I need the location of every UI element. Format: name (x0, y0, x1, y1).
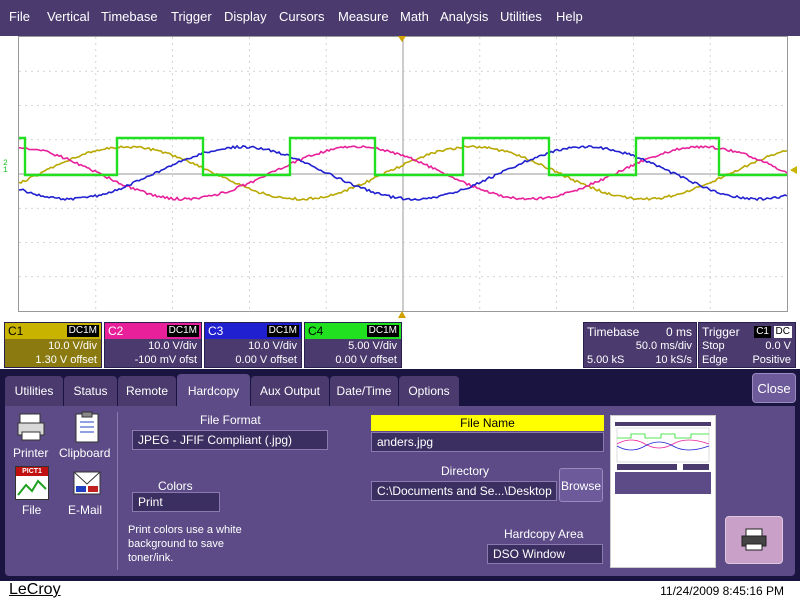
c1-coupling: DC1M (67, 325, 99, 337)
trigger-coupling: DC (774, 326, 792, 338)
c3-descriptor[interactable]: C3 DC1M 10.0 V/div 0.00 V offset (204, 322, 302, 368)
menu-utilities[interactable]: Utilities (500, 9, 542, 25)
c1-header: C1 DC1M (5, 323, 101, 339)
c4-descriptor[interactable]: C4 DC1M 5.00 V/div 0.00 V offset (304, 322, 402, 368)
file-format-label: File Format (200, 413, 261, 427)
c1-offset: 1.30 V offset (35, 354, 97, 366)
c4-coupling: DC1M (367, 325, 399, 337)
trigger-descriptor[interactable]: Trigger C1 DC Stop 0.0 V Edge Positive (698, 322, 796, 368)
timebase-rate: 10 kS/s (655, 354, 692, 366)
email-label: E-Mail (68, 503, 102, 517)
trigger-delay-marker-bottom (398, 311, 406, 318)
waveform-svg (19, 37, 787, 311)
timebase-samples: 5.00 kS (587, 354, 624, 366)
menu-display[interactable]: Display (224, 9, 267, 25)
preview-thumbnail (610, 415, 716, 568)
printer-label: Printer (13, 446, 48, 460)
c3-name: C3 (208, 324, 223, 338)
tab-aux-output[interactable]: Aux Output (251, 376, 329, 406)
c2-coupling: DC1M (167, 325, 199, 337)
c2-offset: -100 mV ofst (135, 354, 197, 366)
file-format-select[interactable]: JPEG - JFIF Compliant (.jpg) (132, 430, 328, 450)
lecroy-logo: LeCroy (9, 581, 61, 599)
timebase-tdiv: 50.0 ms/div (636, 340, 692, 352)
tab-options[interactable]: Options (399, 376, 459, 406)
hardcopy-content: Printer Clipboard PICT1 File E-Mail File… (5, 406, 795, 576)
menu-trigger[interactable]: Trigger (171, 9, 212, 25)
hardcopy-dialog: Utilities Status Remote Hardcopy Aux Out… (0, 369, 800, 581)
file-name-label: File Name (371, 415, 604, 431)
trigger-chan: C1 (754, 326, 771, 338)
menu-analysis[interactable]: Analysis (440, 9, 488, 25)
c1-descriptor[interactable]: C1 DC1M 10.0 V/div 1.30 V offset (4, 322, 102, 368)
menu-math[interactable]: Math (400, 9, 429, 25)
c2-descriptor[interactable]: C2 DC1M 10.0 V/div -100 mV ofst (104, 322, 202, 368)
trace-offset-labels: 21 (3, 160, 15, 174)
tab-utilities[interactable]: Utilities (5, 376, 63, 406)
directory-label: Directory (441, 464, 489, 478)
c4-name: C4 (308, 324, 323, 338)
menu-timebase[interactable]: Timebase (101, 9, 158, 25)
preview-image (611, 416, 715, 567)
timebase-delay: 0 ms (666, 325, 692, 339)
tab-date-time[interactable]: Date/Time (330, 376, 398, 406)
c3-vdiv: 10.0 V/div (248, 340, 297, 352)
menu-help[interactable]: Help (556, 9, 583, 25)
email-icon[interactable] (70, 466, 104, 500)
waveform-display[interactable] (18, 36, 788, 312)
timebase-label: Timebase (587, 325, 639, 339)
trigger-slope: Positive (752, 354, 791, 366)
file-icon[interactable]: PICT1 (15, 466, 49, 500)
trigger-delay-marker-top (398, 36, 406, 42)
c1-vdiv: 10.0 V/div (48, 340, 97, 352)
status-bar: LeCroy 11/24/2009 8:45:16 PM (0, 581, 800, 600)
colors-label: Colors (158, 479, 193, 493)
colors-note-line-1: Print colors use a white (128, 524, 242, 536)
timebase-descriptor[interactable]: Timebase 0 ms 50.0 ms/div 5.00 kS 10 kS/… (583, 322, 697, 368)
c2-name: C2 (108, 324, 123, 338)
directory-input[interactable]: C:\Documents and Se...\Desktop (371, 481, 557, 501)
menu-bar: File Vertical Timebase Trigger Display C… (0, 0, 800, 36)
menu-measure[interactable]: Measure (338, 9, 389, 25)
file-label: File (22, 503, 41, 517)
menu-vertical[interactable]: Vertical (47, 9, 90, 25)
tab-hardcopy[interactable]: Hardcopy (177, 374, 250, 408)
pict-icon-label: PICT1 (16, 467, 48, 476)
c4-offset: 0.00 V offset (335, 354, 397, 366)
c2-header: C2 DC1M (105, 323, 201, 339)
printer-icon[interactable] (15, 410, 49, 444)
c1-name: C1 (8, 324, 23, 338)
colors-select[interactable]: Print (132, 492, 220, 512)
c3-header: C3 DC1M (205, 323, 301, 339)
trigger-type: Edge (702, 354, 728, 366)
trigger-label: Trigger (702, 325, 740, 339)
channel-descriptor-bar: C1 DC1M 10.0 V/div 1.30 V offset C2 DC1M… (0, 320, 800, 368)
separator (117, 412, 118, 570)
c3-coupling: DC1M (267, 325, 299, 337)
print-now-button[interactable] (725, 516, 783, 564)
c4-header: C4 DC1M (305, 323, 401, 339)
hardcopy-area-select[interactable]: DSO Window (487, 544, 603, 564)
trigger-level-marker (790, 166, 797, 174)
menu-file[interactable]: File (9, 9, 30, 25)
c3-offset: 0.00 V offset (235, 354, 297, 366)
menu-cursors[interactable]: Cursors (279, 9, 325, 25)
tab-remote[interactable]: Remote (118, 376, 176, 406)
hardcopy-area-label: Hardcopy Area (504, 527, 583, 541)
tab-status[interactable]: Status (64, 376, 117, 406)
trigger-mode: Stop (702, 340, 725, 352)
trigger-level: 0.0 V (765, 340, 791, 352)
clipboard-icon[interactable] (70, 410, 104, 444)
c2-vdiv: 10.0 V/div (148, 340, 197, 352)
browse-button[interactable]: Browse (559, 468, 603, 502)
colors-note-line-2: background to save (128, 538, 224, 550)
c4-vdiv: 5.00 V/div (348, 340, 397, 352)
file-name-input[interactable]: anders.jpg (371, 432, 604, 452)
colors-note-line-3: toner/ink. (128, 552, 173, 564)
print-now-icon (726, 517, 782, 563)
close-button[interactable]: Close (752, 373, 796, 403)
clipboard-label: Clipboard (59, 446, 110, 460)
datetime-readout: 11/24/2009 8:45:16 PM (660, 584, 784, 598)
